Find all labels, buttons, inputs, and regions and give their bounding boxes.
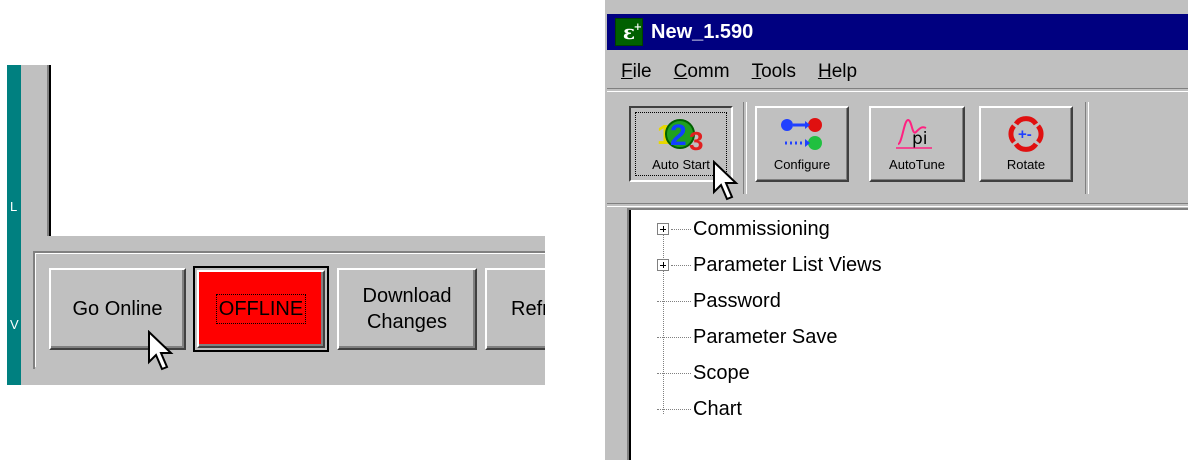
content-area bbox=[49, 65, 545, 236]
autotune-label: AutoTune bbox=[889, 157, 945, 172]
tree-node-scope[interactable]: Scope bbox=[657, 358, 750, 388]
download-changes-label: Download Changes bbox=[362, 285, 452, 333]
edge-letter: L bbox=[10, 199, 18, 214]
tree-branch-line bbox=[657, 300, 691, 302]
toolbar: 1 2 3 Auto Start Configure pi AutoTune +… bbox=[615, 94, 1188, 204]
teal-side-strip: L V bbox=[7, 65, 21, 385]
mouse-cursor-icon bbox=[148, 330, 174, 371]
configure-button[interactable]: Configure bbox=[755, 106, 849, 182]
configure-icon bbox=[781, 118, 822, 150]
menu-tools[interactable]: Tools bbox=[752, 61, 796, 83]
tree-node-chart[interactable]: Chart bbox=[657, 394, 742, 424]
tree-branch-line bbox=[657, 336, 691, 338]
tree-node-parameter-save[interactable]: Parameter Save bbox=[657, 322, 838, 352]
tree-node-label: Parameter List Views bbox=[693, 253, 882, 276]
tree-branch-line bbox=[657, 408, 691, 410]
refresh-label: Refr bbox=[511, 298, 545, 320]
download-changes-button[interactable]: Download Changes bbox=[337, 268, 477, 350]
title-bar: ε + New_1.590 bbox=[607, 14, 1188, 50]
tree-node-label: Password bbox=[693, 289, 781, 312]
left-panel: L V Go Online OFFLINE Download Changes R… bbox=[7, 65, 545, 385]
offline-label: OFFLINE bbox=[215, 294, 307, 324]
rotate-icon: +- bbox=[1008, 116, 1044, 152]
tree-node-commissioning[interactable]: Commissioning bbox=[657, 214, 830, 244]
window-title: New_1.590 bbox=[651, 20, 754, 43]
menu-file[interactable]: File bbox=[621, 61, 652, 83]
epsilon-icon: ε + bbox=[615, 18, 643, 46]
edge-letter: V bbox=[10, 317, 19, 332]
menu-bar: File Comm Tools Help bbox=[607, 55, 865, 89]
toolbar-bottom-edge bbox=[607, 203, 1188, 207]
tree-view: Commissioning Parameter List Views Passw… bbox=[627, 208, 1188, 460]
rotate-label: Rotate bbox=[1006, 157, 1046, 172]
tree-node-label: Chart bbox=[693, 397, 742, 420]
svg-text:3: 3 bbox=[689, 126, 703, 154]
tree-branch-line bbox=[671, 228, 691, 230]
expand-plus-icon[interactable] bbox=[657, 259, 669, 271]
offline-button[interactable]: OFFLINE bbox=[197, 270, 325, 348]
svg-text:2: 2 bbox=[670, 119, 687, 152]
rotate-button[interactable]: +- Rotate bbox=[979, 106, 1073, 182]
mouse-cursor-icon bbox=[713, 160, 739, 201]
svg-text:+-: +- bbox=[1018, 126, 1032, 143]
tree-branch-line bbox=[657, 372, 691, 374]
tree-node-label: Commissioning bbox=[693, 217, 830, 240]
toolbar-separator bbox=[743, 102, 747, 194]
tree-node-parameter-list-views[interactable]: Parameter List Views bbox=[657, 250, 882, 280]
app-window: ε + New_1.590 File Comm Tools Help 1 2 3 … bbox=[603, 0, 1188, 460]
menu-separator bbox=[607, 88, 1188, 92]
menu-help[interactable]: Help bbox=[818, 61, 857, 83]
refresh-button[interactable]: Refr bbox=[485, 268, 545, 350]
tree-node-label: Scope bbox=[693, 361, 750, 384]
expand-plus-icon[interactable] bbox=[657, 223, 669, 235]
menu-comm[interactable]: Comm bbox=[674, 61, 730, 83]
svg-text:pi: pi bbox=[912, 129, 928, 149]
autotune-pi-icon: pi bbox=[896, 118, 932, 149]
auto-start-123-icon: 1 2 3 bbox=[657, 119, 703, 154]
tree-node-password[interactable]: Password bbox=[657, 286, 781, 316]
configure-label: Configure bbox=[773, 157, 831, 172]
autotune-button[interactable]: pi AutoTune bbox=[869, 106, 965, 182]
tree-branch-line bbox=[671, 264, 691, 266]
toolbar-separator bbox=[1085, 102, 1089, 194]
go-online-label: Go Online bbox=[72, 298, 163, 320]
tree-node-label: Parameter Save bbox=[693, 325, 838, 348]
